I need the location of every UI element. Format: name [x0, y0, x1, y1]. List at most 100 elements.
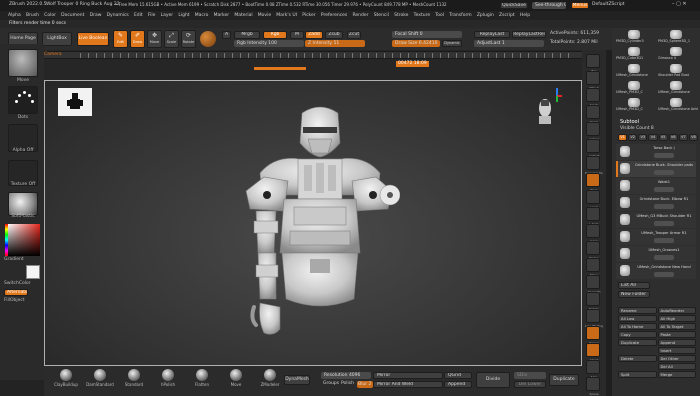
menu-file[interactable]: File [148, 11, 156, 20]
quicksave-button[interactable]: QuickSave [500, 2, 528, 9]
tool-thumbnail[interactable]: PM3D_Cube3D1 [616, 47, 656, 63]
sculpt-model[interactable] [240, 103, 400, 353]
menu-mark-s-ui[interactable]: Mark's UI [276, 11, 297, 20]
tool-thumbnail[interactable]: UMesh_Grindstone Ankle Details Lac [658, 98, 698, 114]
menu-stroke[interactable]: Stroke [394, 11, 408, 20]
menu-texture[interactable]: Texture [414, 11, 430, 20]
menu-help[interactable]: Help [520, 11, 530, 20]
lightbox-button[interactable]: LightBox [42, 32, 72, 46]
menu-layer[interactable]: Layer [161, 11, 174, 20]
autoreorder-button[interactable]: AutoReorder [657, 307, 696, 314]
subtool-item[interactable]: Grindstone Buck- Elbow R1 [616, 195, 696, 211]
menu-picker[interactable]: Picker [302, 11, 315, 20]
visibility-tab-v8[interactable]: V8 [688, 134, 698, 141]
nav-solo-button[interactable]: Solo [586, 360, 600, 379]
del-all-button[interactable]: Del All [657, 363, 696, 370]
qgrid-button[interactable]: QGrid [444, 372, 472, 379]
menu-document[interactable]: Document [61, 11, 84, 20]
nav-line-fill-polyf-button[interactable]: Line Fill PolyF [585, 309, 603, 328]
insert-button[interactable]: Insert [657, 347, 696, 354]
tool-thumbnail[interactable]: UMesh_PM3D_C [616, 81, 656, 97]
visibility-tab-v4[interactable]: V4 [648, 134, 658, 141]
menu-material[interactable]: Material [234, 11, 252, 20]
append-button[interactable]: Append [657, 339, 696, 346]
move-button[interactable]: ✥ Move [147, 30, 162, 48]
rgb-button[interactable]: Rgb [263, 31, 287, 39]
menu-stencil[interactable]: Stencil [374, 11, 389, 20]
draw-size-slider[interactable]: Draw Size 6.42410 [392, 40, 440, 47]
paste-button[interactable]: Paste [657, 331, 696, 338]
nav-dynamic-persp-button[interactable]: Dynamic Persp [585, 156, 603, 175]
visibility-tab-v2[interactable]: V2 [628, 134, 638, 141]
nav-scroll-button[interactable]: Scroll [586, 88, 600, 107]
visibility-toggle-icon[interactable] [654, 170, 674, 175]
nav-transp-button[interactable]: Transp [586, 326, 600, 345]
blur-slider[interactable]: Blur 2 [357, 381, 373, 388]
visible-count[interactable]: Visible Count 8 [620, 126, 654, 132]
sdiv-slider[interactable]: SDiv [514, 372, 546, 379]
visibility-toggle-icon[interactable] [654, 187, 674, 192]
merge-button[interactable]: Merge [657, 371, 696, 378]
focal-shift-slider[interactable]: Focal Shift 0 [392, 31, 462, 38]
nav-gxyz-button[interactable]: Gxyz [586, 224, 600, 243]
groups-toggle[interactable]: Groups [323, 381, 339, 387]
subtool-item[interactable]: Grindstone Buck- Shoulder pads [616, 161, 696, 177]
nav-floor-button[interactable]: Floor [586, 173, 600, 192]
dynamesh-button[interactable]: DynaMesh [284, 375, 310, 385]
subtool-item[interactable]: UMesh_G3 MBuck Shoulder R1 [616, 212, 696, 228]
alternate-button[interactable]: Alternate [4, 289, 28, 296]
menu-light[interactable]: Light [178, 11, 189, 20]
subtool-item[interactable]: Torso Back ( [616, 144, 696, 160]
split-button[interactable]: Split [618, 371, 657, 378]
menu-zscript[interactable]: Zscript [499, 11, 515, 20]
menu-zplugin[interactable]: Zplugin [477, 11, 494, 20]
tool-thumbnail[interactable]: UMesh_Grindstone [616, 64, 656, 80]
duplicate-button[interactable]: Duplicate [618, 339, 657, 346]
nav-l-sym-button[interactable]: L.Sym [586, 207, 600, 226]
nav-move-button[interactable]: Move [586, 258, 600, 277]
nav-spix-3-button[interactable]: SPix 3 [586, 71, 600, 90]
zsub-button[interactable]: Zsub [325, 31, 343, 39]
z-intensity-slider[interactable]: Z Intensity 51 [305, 40, 365, 47]
copy-button[interactable]: Copy [618, 331, 657, 338]
brush-flatten-button[interactable]: Flatten [186, 368, 218, 394]
menu-color[interactable]: Color [44, 11, 56, 20]
nav-rotate-button[interactable]: Rotate [586, 292, 600, 311]
visibility-toggle-icon[interactable] [654, 204, 674, 209]
brush-move-button[interactable]: Move [220, 368, 252, 394]
subtool-title[interactable]: Subtool [620, 119, 639, 126]
a-button[interactable]: A [222, 31, 231, 39]
scale-button[interactable]: ⤢ Scale [164, 30, 179, 48]
menu-preferences[interactable]: Preferences [321, 11, 347, 20]
window-controls[interactable]: – ▢ ✕ [672, 1, 687, 7]
nav-aahalf-button[interactable]: AAHalf [586, 139, 600, 158]
menus-button[interactable]: Menus [571, 2, 589, 9]
tool-thumbnail[interactable]: UMesh_Grindstone [658, 81, 698, 97]
visibility-tab-v5[interactable]: V5 [658, 134, 668, 141]
zadd-button[interactable]: Zadd [305, 31, 323, 39]
main-color-swatch[interactable] [26, 265, 40, 279]
menu-draw[interactable]: Draw [90, 11, 102, 20]
nav-local-button[interactable]: Local [586, 190, 600, 209]
tool-thumbnail[interactable]: Gimasco 4 [658, 47, 698, 63]
material-sphere-icon[interactable] [200, 31, 216, 47]
adjust-last-slider[interactable]: AdjustLast 1 [474, 40, 544, 47]
dynamic-button[interactable]: Dynamic [442, 40, 462, 47]
resolution-slider[interactable]: Resolution 4096 [321, 372, 371, 379]
nav-ghost-button[interactable]: Ghost [586, 343, 600, 362]
menu-transform[interactable]: Transform [449, 11, 471, 20]
nav-actual-button[interactable]: Actual [586, 122, 600, 141]
replay-last-button[interactable]: ReplayLast [474, 31, 510, 38]
del-other-button[interactable]: Del Other [657, 355, 696, 362]
append-button[interactable]: Append [444, 381, 472, 388]
material-thumbnail[interactable] [8, 192, 38, 216]
see-through-slider[interactable]: See-through 0 [532, 2, 566, 9]
color-picker[interactable] [8, 224, 40, 256]
mirror-weld-button[interactable]: Mirror And Weld [373, 381, 443, 388]
nav-xpose-button[interactable]: Xpose [586, 377, 600, 396]
draw-button[interactable]: ✐ Draw [130, 30, 145, 48]
visibility-toggle-icon[interactable] [654, 272, 674, 277]
new-folder-button[interactable]: New Folder [618, 291, 650, 298]
divide-button[interactable]: Divide [476, 372, 510, 388]
menu-brush[interactable]: Brush [26, 11, 39, 20]
